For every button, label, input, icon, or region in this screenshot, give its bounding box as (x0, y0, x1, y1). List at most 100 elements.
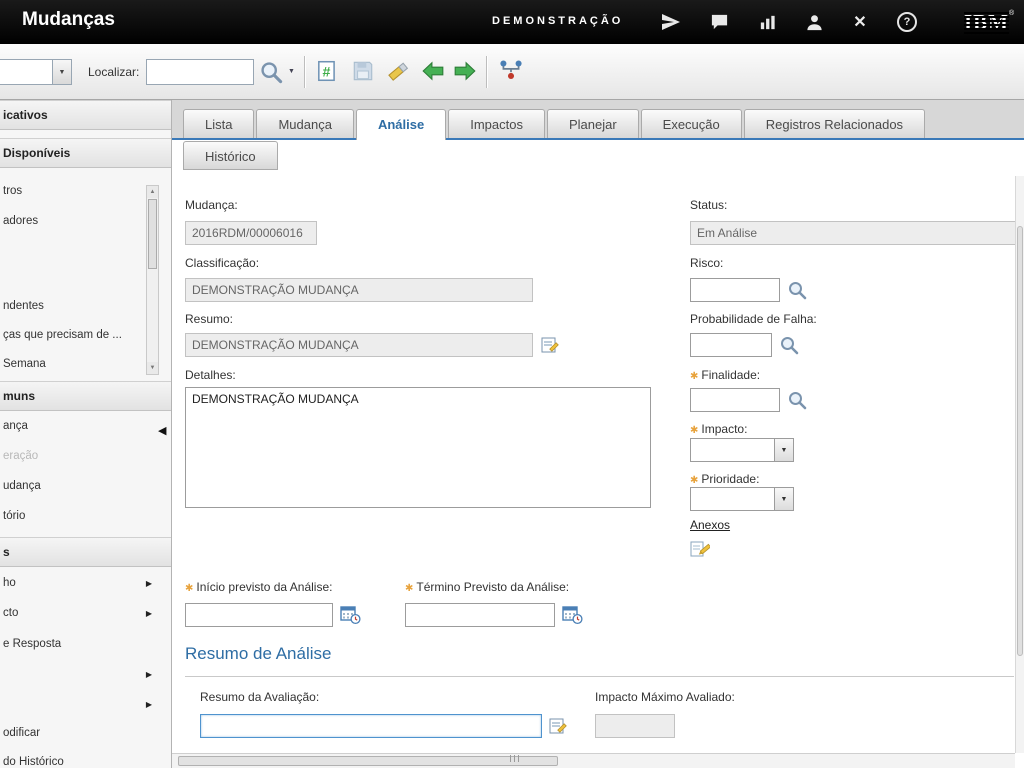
tab-registros-relacionados[interactable]: Registros Relacionados (744, 109, 925, 138)
localizar-label: Localizar: (88, 65, 139, 79)
finalidade-search-icon[interactable] (786, 389, 808, 411)
toolbar-separator (486, 56, 488, 88)
submenu-arrow-icon: ▶ (146, 696, 152, 714)
chat-icon[interactable] (708, 11, 730, 33)
sidebar-item[interactable]: ças que precisam de ... (0, 326, 168, 344)
search-options-caret-icon[interactable]: ▼ (288, 68, 295, 75)
scrollbar-thumb[interactable] (1017, 226, 1023, 656)
localizar-input[interactable] (146, 59, 254, 85)
inicio-input[interactable] (185, 603, 333, 627)
impacto-select-value[interactable] (690, 438, 774, 462)
submenu-arrow-icon: ▶ (146, 575, 152, 593)
sidebar-item[interactable]: Semana (0, 355, 168, 373)
detalhes-textarea[interactable]: DEMONSTRAÇÃO MUDANÇA (185, 387, 651, 508)
required-icon: ✱ (690, 425, 698, 436)
profile-icon[interactable] (803, 11, 825, 33)
section-divider (185, 676, 1014, 677)
prioridade-select[interactable]: ▼ (690, 487, 794, 511)
impacto-select[interactable]: ▼ (690, 438, 794, 462)
sidebar-collapse-handle[interactable]: ◀ (158, 424, 166, 437)
avaliacao-long-description-icon[interactable] (547, 715, 569, 737)
tab-historico[interactable]: Histórico (183, 141, 278, 170)
sidebar-item[interactable]: ndentes (0, 297, 168, 315)
risco-search-icon[interactable] (786, 279, 808, 301)
tab-impactos[interactable]: Impactos (448, 109, 545, 138)
chevron-down-icon[interactable]: ▼ (774, 487, 794, 511)
sidebar-item[interactable]: adores (0, 212, 168, 230)
sidebar-section-header[interactable]: s (0, 537, 171, 567)
anexos-edit-icon[interactable] (688, 538, 710, 560)
prioridade-select-value[interactable] (690, 487, 774, 511)
tab-planejar[interactable]: Planejar (547, 109, 639, 138)
impacto-maximo-field (595, 714, 675, 738)
chevron-down-icon[interactable]: ▼ (774, 438, 794, 462)
probabilidade-search-icon[interactable] (778, 334, 800, 356)
scrollbar-thumb[interactable] (148, 199, 157, 269)
sidebar-section-header[interactable]: icativos (0, 100, 171, 130)
required-icon: ✱ (405, 583, 413, 594)
probabilidade-input[interactable] (690, 333, 772, 357)
sidebar-scrollbar[interactable]: ▲ ▼ (146, 185, 159, 375)
help-icon[interactable]: ? (896, 11, 918, 33)
sidebar-item[interactable]: ▶ (0, 665, 168, 683)
new-record-button[interactable]: # (314, 58, 340, 84)
tab-analise[interactable]: Análise (356, 109, 446, 140)
tab-lista[interactable]: Lista (183, 109, 254, 138)
search-icon[interactable] (258, 59, 284, 85)
scrollbar-thumb[interactable] (178, 756, 558, 766)
submenu-arrow-icon: ▶ (146, 605, 152, 623)
reports-icon[interactable] (756, 11, 778, 33)
impacto-label: ✱Impacto: (690, 422, 747, 436)
sidebar-item[interactable]: e Resposta (0, 635, 168, 653)
sidebar-item[interactable]: do Histórico (0, 753, 168, 768)
required-icon: ✱ (690, 371, 698, 382)
next-record-button[interactable] (452, 58, 478, 84)
scroll-down-icon[interactable]: ▼ (147, 362, 158, 374)
send-icon[interactable] (660, 11, 682, 33)
finalidade-input[interactable] (690, 388, 780, 412)
resumo-field: DEMONSTRAÇÃO MUDANÇA (185, 333, 533, 357)
application-window: Mudanças DEMONSTRAÇÃO ✕ ? IBM® ▼ Localiz… (0, 0, 1024, 768)
status-label: Status: (690, 198, 727, 212)
sidebar-item[interactable]: tros (0, 182, 168, 200)
mudanca-field: 2016RDM/00006016 (185, 221, 317, 245)
save-button[interactable] (350, 58, 376, 84)
risco-input[interactable] (690, 278, 780, 302)
workflow-button[interactable] (496, 57, 526, 83)
classificacao-label: Classificação: (185, 256, 259, 270)
sidebar-item[interactable]: odificar (0, 724, 168, 742)
app-titlebar: Mudanças DEMONSTRAÇÃO ✕ ? IBM® (0, 0, 1024, 44)
sidebar-item[interactable]: udança (0, 477, 168, 495)
sidebar-section-header[interactable]: Disponíveis (0, 138, 171, 168)
tab-execucao[interactable]: Execução (641, 109, 742, 138)
termino-calendar-icon[interactable] (561, 603, 583, 625)
avaliacao-input[interactable] (200, 714, 542, 738)
close-icon[interactable]: ✕ (849, 11, 871, 33)
long-description-icon[interactable] (539, 334, 561, 356)
vertical-scrollbar[interactable] (1015, 176, 1024, 753)
query-select[interactable]: ▼ (0, 59, 72, 85)
sidebar-item[interactable]: ▶ (0, 695, 168, 713)
chevron-down-icon[interactable]: ▼ (52, 60, 71, 84)
previous-record-button[interactable] (420, 58, 446, 84)
scrollbar-grip (514, 755, 515, 762)
avaliacao-label: Resumo da Avaliação: (200, 690, 319, 704)
sidebar-item[interactable]: tório (0, 507, 168, 525)
inicio-calendar-icon[interactable] (339, 603, 361, 625)
sidebar-item[interactable]: ança (0, 417, 168, 435)
scroll-up-icon[interactable]: ▲ (147, 186, 158, 198)
svg-text:#: # (323, 64, 331, 80)
sidebar-section-header[interactable]: muns (0, 381, 171, 411)
clear-changes-button[interactable] (386, 58, 412, 84)
termino-input[interactable] (405, 603, 555, 627)
tab-mudanca[interactable]: Mudança (256, 109, 353, 138)
resumo-label: Resumo: (185, 312, 233, 326)
sidebar-item[interactable]: ho▶ (0, 574, 168, 592)
anexos-link[interactable]: Anexos (690, 518, 730, 532)
section-title-resumo-analise: Resumo de Análise (185, 644, 331, 664)
horizontal-scrollbar[interactable] (172, 753, 1015, 768)
sidebar-item[interactable]: cto▶ (0, 604, 168, 622)
impacto-maximo-label: Impacto Máximo Avaliado: (595, 690, 735, 704)
sidebar-item: eração (0, 447, 168, 465)
mudanca-label: Mudança: (185, 198, 238, 212)
